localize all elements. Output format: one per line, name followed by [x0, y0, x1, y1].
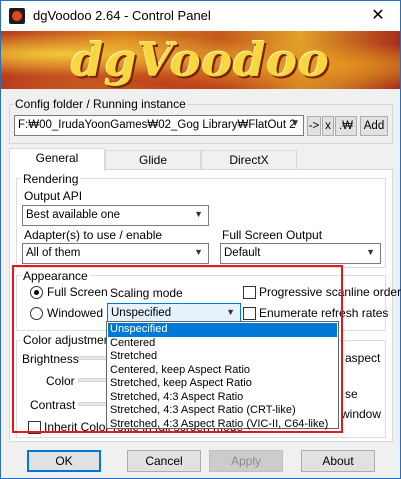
tab-directx[interactable]: DirectX [201, 150, 297, 170]
inherit-color-label: Inherit Color [44, 420, 110, 434]
full-screen-radio[interactable] [30, 286, 43, 299]
scaling-option-centered-keep-ar[interactable]: Centered, keep Aspect Ratio [108, 364, 337, 378]
adapters-value: All of them [26, 247, 81, 259]
scaling-mode-dropdown-list: Unspecified Centered Stretched Centered,… [106, 321, 339, 432]
window-title: dgVoodoo 2.64 - Control Panel [33, 8, 211, 23]
next-instance-button[interactable]: -> [307, 116, 321, 136]
chevron-down-icon: ▼ [290, 118, 300, 129]
color-slider[interactable] [78, 378, 108, 382]
progressive-scanline-label: Progressive scanline order [259, 285, 401, 299]
color-adjustment-label: Color adjustment [21, 333, 116, 347]
chevron-down-icon: ▼ [226, 307, 235, 317]
logo-text: dgVoodoo [71, 33, 330, 87]
config-path-value: F:₩00_IrudaYoonGames₩02_Gog Library₩Flat… [18, 119, 296, 131]
chevron-down-icon: ▼ [194, 209, 203, 219]
app-icon [9, 8, 25, 24]
tab-glide[interactable]: Glide [105, 150, 201, 170]
scaling-option-stretched-43-crt[interactable]: Stretched, 4:3 Aspect Ratio (CRT-like) [108, 404, 337, 418]
fullscreen-output-select[interactable]: Default ▼ [220, 243, 381, 264]
appearance-label: Appearance [21, 269, 90, 283]
se-partial-label: se [345, 387, 358, 401]
remove-folder-button[interactable]: x [322, 116, 334, 136]
brightness-slider[interactable] [78, 356, 108, 360]
chevron-down-icon: ▼ [366, 247, 375, 257]
scaling-mode-label: Scaling mode [110, 286, 183, 300]
rendering-label: Rendering [21, 172, 81, 186]
scaling-mode-value: Unspecified [111, 307, 172, 319]
output-api-select[interactable]: Best available one ▼ [22, 205, 209, 226]
about-button[interactable]: About [301, 450, 375, 472]
title-bar[interactable]: dgVoodoo 2.64 - Control Panel ✕ [1, 1, 400, 31]
fullscreen-output-value: Default [224, 247, 261, 259]
output-api-label: Output API [24, 189, 83, 203]
current-folder-button[interactable]: .₩ [335, 116, 357, 136]
progressive-scanline-checkbox[interactable] [243, 286, 256, 299]
scaling-option-stretched-43-vic[interactable]: Stretched, 4:3 Aspect Ratio (VIC-II, C64… [108, 418, 337, 432]
config-folder-label: Config folder / Running instance [13, 97, 188, 111]
color-label: Color [46, 374, 75, 388]
config-path-select[interactable]: F:₩00_IrudaYoonGames₩02_Gog Library₩Flat… [14, 115, 304, 136]
adapters-select[interactable]: All of them ▼ [22, 243, 209, 264]
brightness-label: Brightness [22, 352, 79, 366]
windowed-radio[interactable] [30, 307, 43, 320]
enumerate-refresh-label: Enumerate refresh rates [259, 306, 389, 320]
ok-button[interactable]: OK [27, 450, 101, 472]
chevron-down-icon: ▼ [194, 247, 203, 257]
close-button[interactable]: ✕ [356, 1, 400, 31]
tab-general[interactable]: General [9, 148, 105, 171]
scaling-option-stretched-keep-ar[interactable]: Stretched, keep Aspect Ratio [108, 377, 337, 391]
add-folder-button[interactable]: Add [360, 116, 388, 136]
window-partial-label: window [341, 407, 382, 421]
logo-banner: dgVoodoo [1, 31, 400, 89]
scaling-option-stretched[interactable]: Stretched [108, 350, 337, 364]
windowed-label: Windowed [47, 306, 104, 320]
enumerate-refresh-checkbox[interactable] [243, 307, 256, 320]
cancel-button[interactable]: Cancel [127, 450, 201, 472]
contrast-slider[interactable] [78, 402, 108, 406]
scaling-option-unspecified[interactable]: Unspecified [108, 323, 337, 337]
aspect-partial-label: aspect [345, 351, 381, 365]
contrast-label: Contrast [30, 398, 76, 412]
full-screen-label: Full Screen [47, 285, 108, 299]
scaling-option-centered[interactable]: Centered [108, 337, 337, 351]
fullscreen-output-label: Full Screen Output [222, 228, 323, 242]
inherit-color-checkbox[interactable] [28, 421, 41, 434]
adapters-label: Adapter(s) to use / enable [24, 228, 163, 242]
scaling-option-stretched-43[interactable]: Stretched, 4:3 Aspect Ratio [108, 391, 337, 405]
control-panel-window: dgVoodoo 2.64 - Control Panel ✕ dgVoodoo… [0, 0, 401, 479]
tab-strip: General Glide DirectX [9, 148, 393, 171]
apply-button[interactable]: Apply [209, 450, 283, 472]
output-api-value: Best available one [26, 209, 120, 221]
